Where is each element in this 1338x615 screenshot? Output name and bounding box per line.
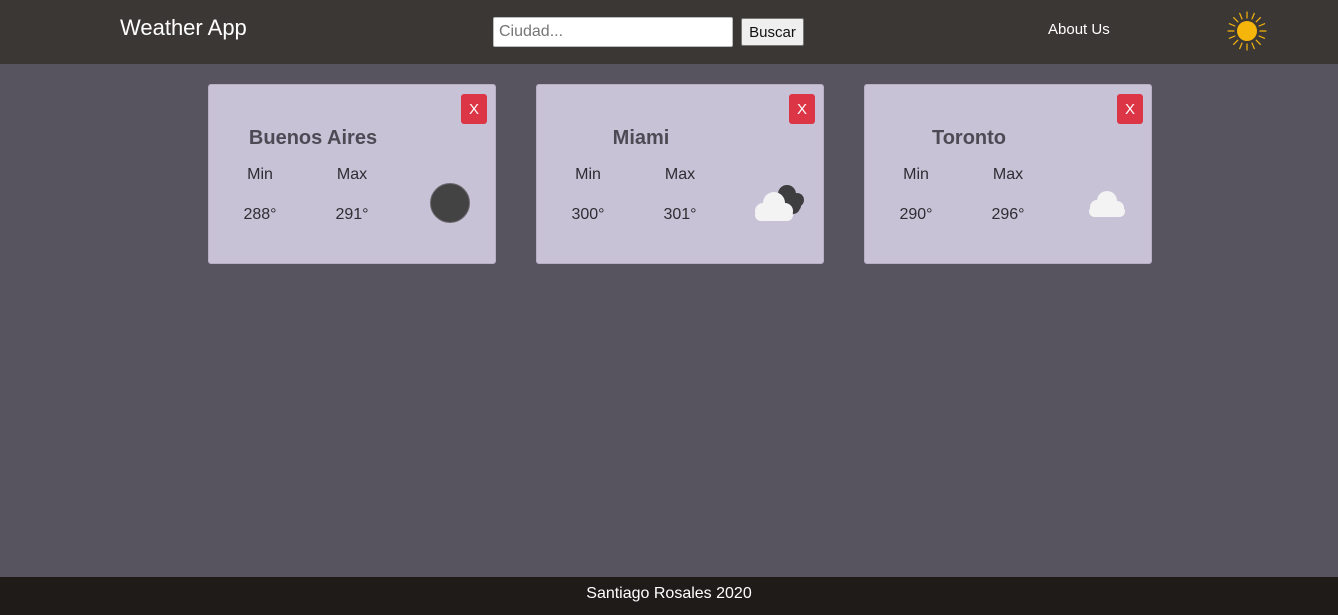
- min-label: Min: [903, 166, 929, 183]
- sun-icon: [1227, 11, 1267, 51]
- max-label: Max: [336, 166, 368, 183]
- max-temp-column: Max 301°: [645, 165, 715, 225]
- city-name: Toronto: [931, 127, 1007, 149]
- city-card-toronto: X Toronto Min 290° Max 296°: [864, 84, 1152, 264]
- min-temp-column: Min 300°: [553, 165, 623, 225]
- max-label: Max: [992, 166, 1024, 183]
- max-temp-column: Max 296°: [973, 165, 1043, 225]
- min-temp-column: Min 290°: [881, 165, 951, 225]
- min-label: Min: [575, 166, 601, 183]
- city-card-buenos-aires: X Buenos Aires Min 288° Max 291°: [208, 84, 496, 264]
- app-title[interactable]: Weather App: [120, 14, 247, 42]
- footer: Santiago Rosales 2020: [0, 577, 1338, 615]
- min-label: Min: [247, 166, 273, 183]
- max-label: Max: [664, 166, 696, 183]
- max-value: 296°: [991, 206, 1025, 223]
- dark-circle-icon: [430, 183, 470, 223]
- city-search-input[interactable]: [493, 17, 733, 47]
- min-value: 288°: [243, 206, 277, 223]
- search-button[interactable]: Buscar: [741, 18, 804, 46]
- about-us-link[interactable]: About Us: [1048, 21, 1110, 39]
- min-value: 300°: [571, 206, 605, 223]
- max-temp-column: Max 291°: [317, 165, 387, 225]
- max-value: 291°: [335, 206, 369, 223]
- dark-clouds-icon: [755, 185, 804, 221]
- max-value: 301°: [663, 206, 697, 223]
- city-card-miami: X Miami Min 300° Max 301°: [536, 84, 824, 264]
- min-temp-column: Min 288°: [225, 165, 295, 225]
- city-name: Miami: [612, 127, 670, 149]
- navbar: Weather App Buscar About Us: [0, 0, 1338, 64]
- close-card-button[interactable]: X: [461, 94, 487, 124]
- min-value: 290°: [899, 206, 933, 223]
- close-card-button[interactable]: X: [1117, 94, 1143, 124]
- city-name: Buenos Aires: [248, 127, 378, 149]
- cloud-icon: [1089, 191, 1125, 217]
- close-card-button[interactable]: X: [789, 94, 815, 124]
